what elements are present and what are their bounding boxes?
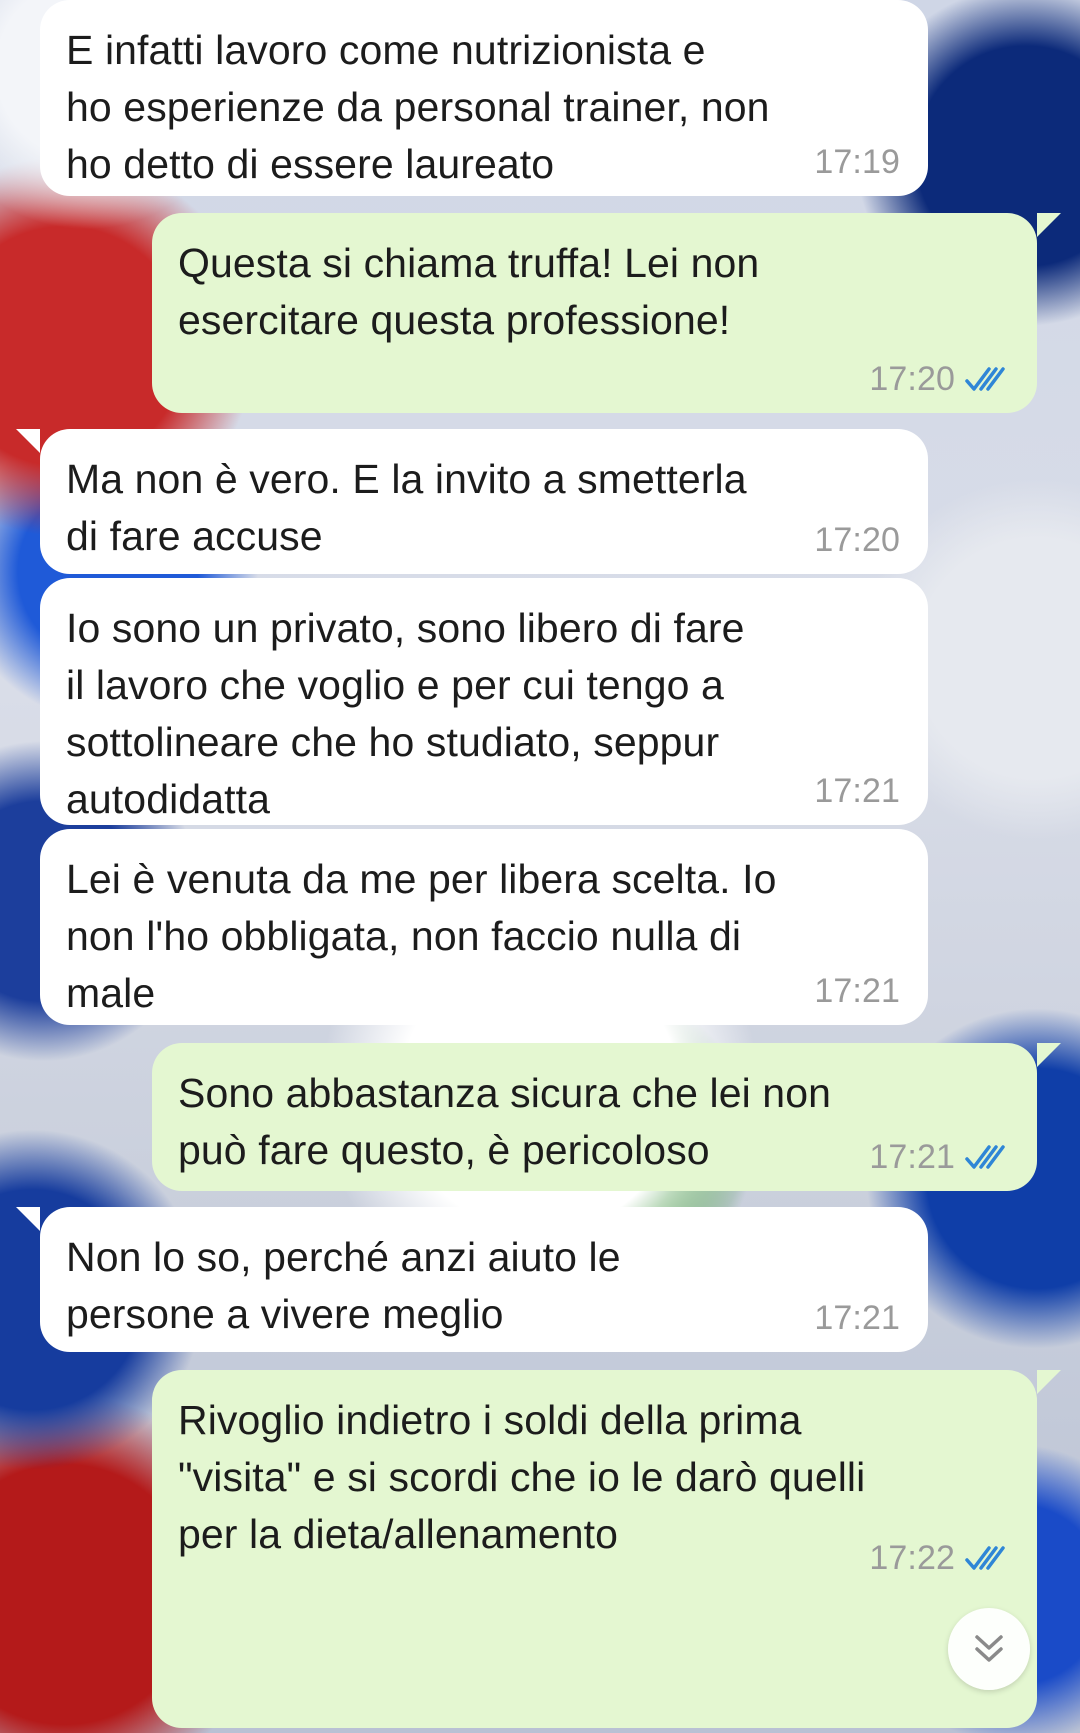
chat-area: E infatti lavoro come nutrizionista e ho… xyxy=(0,0,1080,1733)
message-bubble-incoming[interactable]: Non lo so, perché anzi aiuto le persone … xyxy=(16,1207,928,1352)
message-time: 17:20 xyxy=(814,521,900,559)
message-meta: 17:22 xyxy=(869,1538,1009,1578)
message-time: 17:22 xyxy=(869,1539,955,1577)
message-bubble-outgoing[interactable]: Sono abbastanza sicura che lei non può f… xyxy=(152,1043,1061,1191)
message-meta: 17:21 xyxy=(869,1137,1009,1177)
message-text: Lei è venuta da me per libera scelta. Io… xyxy=(66,856,777,1016)
message-meta: 17:21 xyxy=(814,971,900,1011)
message-bubble-outgoing[interactable]: Questa si chiama truffa! Lei non esercit… xyxy=(152,213,1061,413)
message-meta: 17:21 xyxy=(814,771,900,811)
chevron-double-down-icon xyxy=(975,1635,1003,1662)
double-check-icon xyxy=(965,1546,1005,1570)
message-text: Io sono un privato, sono libero di fare … xyxy=(66,605,745,822)
message-meta: 17:20 xyxy=(814,520,900,560)
message-time: 17:19 xyxy=(814,143,900,181)
message-bubble-incoming[interactable]: Io sono un privato, sono libero di fare … xyxy=(40,578,928,825)
double-check-icon xyxy=(965,1145,1005,1169)
message-time: 17:21 xyxy=(814,772,900,810)
message-time: 17:20 xyxy=(869,360,955,398)
message-bubble-outgoing[interactable]: Rivoglio indietro i soldi della prima "v… xyxy=(152,1370,1061,1728)
message-meta: 17:21 xyxy=(814,1298,900,1338)
message-text: Ma non è vero. E la invito a smetterla d… xyxy=(66,456,747,559)
message-text: Questa si chiama truffa! Lei non esercit… xyxy=(178,240,760,343)
message-text: E infatti lavoro come nutrizionista e ho… xyxy=(66,27,770,187)
scroll-to-bottom-button[interactable] xyxy=(948,1608,1030,1690)
message-bubble-incoming[interactable]: Ma non è vero. E la invito a smetterla d… xyxy=(16,429,928,574)
message-text: Non lo so, perché anzi aiuto le persone … xyxy=(66,1234,621,1337)
message-time: 17:21 xyxy=(814,1299,900,1337)
message-bubble-incoming[interactable]: E infatti lavoro come nutrizionista e ho… xyxy=(40,0,928,196)
message-meta: 17:19 xyxy=(814,142,900,182)
double-check-icon xyxy=(965,367,1005,391)
message-bubble-incoming[interactable]: Lei è venuta da me per libera scelta. Io… xyxy=(40,829,928,1025)
message-time: 17:21 xyxy=(814,972,900,1010)
message-meta: 17:20 xyxy=(869,359,1009,399)
message-time: 17:21 xyxy=(869,1138,955,1176)
